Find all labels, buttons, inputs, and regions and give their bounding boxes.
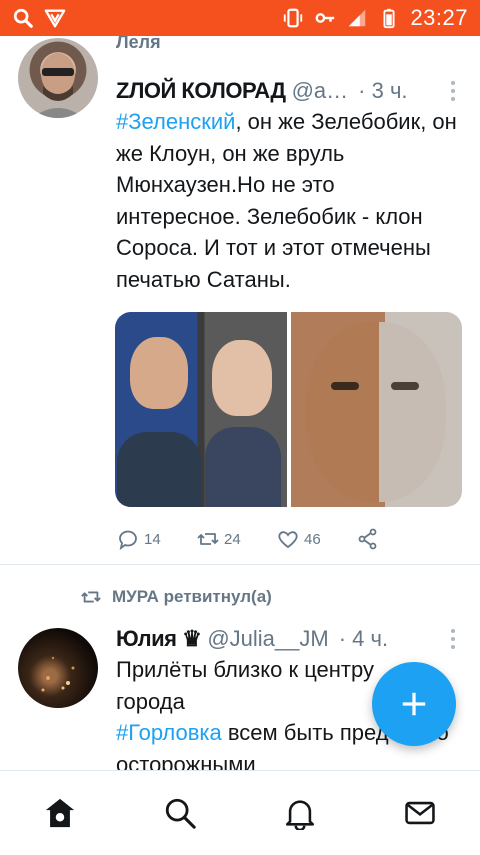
compose-tweet-button[interactable] (372, 662, 456, 746)
status-bar: 23:27 (0, 0, 480, 36)
key-icon (314, 7, 336, 29)
timeline: Леля ZЛОЙ КОЛОРАД @a… · 3 ч. #Зеленский,… (0, 36, 480, 770)
share-icon (358, 528, 377, 550)
retweet-context[interactable]: МУРА ретвитнул(а) (80, 586, 272, 608)
home-icon (45, 798, 75, 828)
messages-icon (405, 801, 435, 825)
divider (0, 564, 480, 565)
author-name[interactable]: ZЛОЙ КОЛОРАД (116, 78, 286, 104)
avatar[interactable] (18, 38, 98, 118)
search-icon (165, 798, 196, 829)
tweet-actions: 14 24 46 (116, 524, 436, 554)
hashtag-link[interactable]: #Горловка (116, 720, 222, 745)
battery-icon (378, 7, 400, 29)
like-count: 46 (304, 530, 321, 548)
nav-search[interactable] (150, 783, 210, 843)
retweet-label: МУРА ретвитнул(а) (112, 587, 272, 606)
tweet-body: , он же Зелебобик, он же Клоун, он же вр… (116, 109, 457, 292)
retweet-count: 24 (224, 530, 241, 548)
reply-button[interactable]: 14 (116, 527, 196, 551)
share-button[interactable] (356, 527, 436, 551)
nav-notifications[interactable] (270, 783, 330, 843)
tweet-text: #Зеленский, он же Зелебобик, он же Клоун… (116, 106, 461, 295)
media-image-2[interactable] (290, 312, 462, 507)
heart-icon (278, 531, 298, 549)
reply-icon (119, 530, 137, 551)
like-button[interactable]: 46 (276, 527, 356, 551)
previous-tweet-author[interactable]: Леля (116, 36, 161, 53)
more-options-icon[interactable] (450, 80, 456, 102)
bottom-navigation (0, 770, 480, 855)
plus-icon (402, 692, 426, 716)
hashtag-link[interactable]: #Зеленский (116, 109, 235, 134)
more-options-icon[interactable] (450, 628, 456, 650)
tweet-time: · 3 ч. (358, 78, 408, 103)
signal-icon (346, 7, 368, 29)
status-time: 23:27 (410, 5, 468, 30)
author-handle[interactable]: @Julia__JM (207, 626, 328, 652)
author-handle[interactable]: @a… (292, 78, 349, 104)
author-name[interactable]: Юлия ♛ (116, 626, 202, 652)
nav-messages[interactable] (390, 783, 450, 843)
tweet-media[interactable] (115, 312, 462, 507)
vpn-shield-icon (44, 7, 66, 29)
retweet-icon (197, 533, 219, 545)
media-image-1[interactable] (115, 312, 287, 507)
vibrate-icon (282, 7, 304, 29)
retweet-button[interactable]: 24 (196, 527, 276, 551)
retweet-icon (81, 591, 101, 603)
search-icon (12, 7, 34, 29)
reply-count: 14 (144, 530, 161, 548)
avatar[interactable] (18, 628, 98, 708)
nav-home[interactable] (30, 783, 90, 843)
tweet-time: · 4 ч. (338, 626, 389, 651)
notifications-icon (285, 800, 315, 830)
